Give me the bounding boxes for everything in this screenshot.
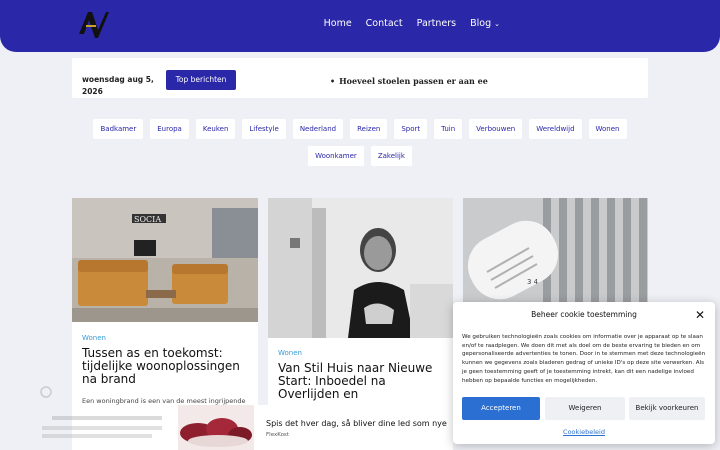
tag-nederland[interactable]: Nederland	[292, 119, 344, 139]
tag-badkamer[interactable]: Badkamer	[93, 119, 144, 139]
close-icon[interactable]: ✕	[695, 308, 705, 322]
post-image[interactable]	[268, 198, 453, 338]
ad-image[interactable]	[178, 405, 254, 450]
tag-sport[interactable]: Sport	[394, 119, 428, 139]
nav-home[interactable]: Home	[324, 18, 352, 29]
cookie-policy-link[interactable]: Cookiebeleid	[453, 428, 715, 436]
sponsored-ad[interactable]: Spis det hver dag, så bliver dine led so…	[178, 405, 453, 450]
chevron-down-icon: ⌄	[494, 20, 500, 28]
post-title[interactable]: Van Stil Huis naar Nieuwe Start: Inboede…	[278, 362, 448, 401]
tag-keuken[interactable]: Keuken	[195, 119, 236, 139]
ad-source: FlexKost	[266, 432, 289, 438]
main-nav: Home Contact Partners Blog ⌄	[324, 18, 500, 29]
deny-button[interactable]: Weigeren	[545, 397, 625, 420]
cookie-title: Beheer cookie toestemming	[531, 310, 637, 319]
svg-text:SOCIA: SOCIA	[134, 215, 161, 224]
news-ticker[interactable]: Hoeveel stoelen passen er aan ee	[330, 76, 488, 86]
nav-blog-label: Blog	[470, 18, 492, 29]
tag-europa[interactable]: Europa	[150, 119, 189, 139]
svg-text:3 4: 3 4	[527, 278, 539, 286]
background-widget	[38, 376, 178, 450]
post-category[interactable]: Wonen	[278, 349, 302, 357]
tag-wereldwijd[interactable]: Wereldwijd	[529, 119, 582, 139]
nav-partners[interactable]: Partners	[417, 18, 456, 29]
current-date: woensdag aug 5, 2026	[82, 75, 154, 96]
post-card[interactable]: 3 4	[463, 198, 648, 318]
post-image[interactable]: SOCIA	[72, 198, 258, 322]
tag-verbouwen[interactable]: Verbouwen	[469, 119, 523, 139]
site-header: Home Contact Partners Blog ⌄	[0, 0, 720, 52]
cookie-description: We gebruiken technologieën zoals cookies…	[462, 334, 706, 384]
category-tags: Badkamer Europa Keuken Lifestyle Nederla…	[72, 119, 648, 166]
top-posts-button[interactable]: Top berichten	[166, 70, 236, 90]
site-logo[interactable]	[76, 8, 110, 40]
post-image[interactable]: 3 4	[463, 198, 648, 318]
ad-title[interactable]: Spis det hver dag, så bliver dine led so…	[266, 419, 447, 428]
tag-zakelijk[interactable]: Zakelijk	[370, 146, 412, 166]
top-bar: woensdag aug 5, 2026 Top berichten Hoeve…	[72, 58, 648, 98]
tag-reizen[interactable]: Reizen	[350, 119, 388, 139]
tag-tuin[interactable]: Tuin	[434, 119, 463, 139]
tag-lifestyle[interactable]: Lifestyle	[242, 119, 286, 139]
tag-wonen[interactable]: Wonen	[588, 119, 627, 139]
cookie-consent-dialog: Beheer cookie toestemming ✕ We gebruiken…	[453, 302, 715, 444]
view-preferences-button[interactable]: Bekijk voorkeuren	[629, 397, 705, 420]
tag-woonkamer[interactable]: Woonkamer	[308, 146, 364, 166]
accept-button[interactable]: Accepteren	[462, 397, 540, 420]
nav-contact[interactable]: Contact	[366, 18, 403, 29]
post-category[interactable]: Wonen	[82, 334, 106, 342]
nav-blog[interactable]: Blog ⌄	[470, 18, 500, 29]
